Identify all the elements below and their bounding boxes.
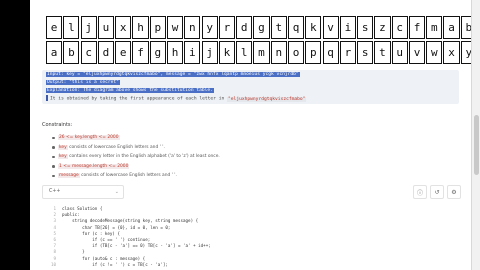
cipher-cell: x [443,41,460,64]
cipher-cell: v [322,16,339,39]
cipher-cell: r [339,41,356,64]
cipher-cell: j [201,41,218,64]
code-text: for (c : key) { [62,230,120,236]
cipher-cell: s [357,16,374,39]
constraints-list: 26 <= key.length <= 2000 key consists of … [52,133,220,181]
cipher-cell: w [426,41,443,64]
constraint-text: consists of lowercase English letters an… [79,173,177,178]
code-text: class Solution { [62,206,103,211]
scrollbar-thumb[interactable] [474,115,479,175]
text-cursor [46,95,48,101]
language-select[interactable]: C++ ⌄ [42,185,124,199]
cipher-cell: t [374,41,391,64]
cipher-cell: k [218,41,235,64]
constraint-code: 1 <= message.length <= 2000 [58,163,130,169]
cipher-cell: a [443,16,460,39]
chevron-down-icon: ⌄ [114,189,119,195]
cipher-cell: u [97,16,115,39]
cipher-cell: q [287,16,305,39]
cipher-cell: g [149,41,166,64]
cipher-cell: b [460,16,471,39]
code-text: char TB[26] = {0}, id = 0, len = 0; [62,224,171,230]
cipher-cell: f [132,41,149,64]
cipher-cell: g [253,16,270,39]
constraints-title: Constraints: [42,122,73,128]
cipher-cell: p [149,16,166,39]
cipher-cell: f [408,16,426,39]
code-text: if (c == ' ') continue; [62,237,151,242]
cipher-cell: s [357,41,374,64]
cipher-cell: e [46,16,63,39]
cipher-cell: m [426,16,443,39]
constraint-code: key [58,144,68,150]
cipher-row-key: eljuxhpwnyrdgtqkviszcfmabo [46,16,471,39]
example-detail: It is obtained by taking the first appea… [46,95,307,102]
code-text: for (auto& c : message) { [62,255,146,261]
cipher-cell: z [374,16,391,39]
constraint-text: contains every letter in the English alp… [67,154,220,159]
cipher-cell: h [132,16,149,39]
settings-icon[interactable]: ⚙ [447,185,461,199]
cipher-cell: l [236,41,253,64]
page-scrollbar[interactable] [471,0,480,270]
constraint-code: key [58,154,68,159]
code-text: string decodeMessage(string key, string … [62,218,199,224]
cipher-cell: k [305,16,322,39]
cipher-cell: c [80,41,97,64]
example-input: Input: key = "eljuxhpwnyrdgtqkviszcfmabo… [46,72,300,77]
cipher-cell: a [46,41,63,64]
cipher-cell: m [253,41,270,64]
constraint-item: 1 <= message.length <= 2000 [52,162,220,172]
constraint-item: key consists of lowercase English letter… [52,143,220,153]
constraint-item: key contains every letter in the English… [52,152,220,162]
cipher-cell: i [184,41,201,64]
cipher-cell: n [270,41,287,64]
cipher-cell: b [63,41,80,64]
cipher-cell: j [80,16,97,39]
code-editor[interactable]: 1 class Solution {2 public: 3 string decode… [42,203,461,270]
constraint-item: 26 <= key.length <= 2000 [52,133,220,143]
cipher-cell: u [391,41,408,64]
line-number: 10 [50,261,56,267]
code-text: public: [62,212,80,218]
editor-toolbar: C++ ⌄ ⓘ ↺ ⚙ [42,183,461,201]
constraint-item: message consists of lowercase English le… [52,171,220,181]
cipher-cell: c [391,16,408,39]
cipher-cell: p [305,41,322,64]
cipher-cell: q [322,41,339,64]
info-icon[interactable]: ⓘ [413,185,427,199]
cipher-cell: w [166,16,184,39]
example-block: Input: key = "eljuxhpwnyrdgtqkviszcfmabo… [42,70,459,104]
code-text: if (c != ' ') c = TB[c - 'a']; [62,261,168,267]
code-text: } [62,249,85,255]
example-explanation: Explanation: The diagram above shows the… [46,88,214,93]
cipher-cell: n [184,16,201,39]
cipher-cell: y [460,41,471,64]
cipher-cell: e [115,41,132,64]
cipher-cell: i [339,16,356,39]
cipher-cell: x [115,16,132,39]
cipher-cell: y [201,16,218,39]
example-output: Output: "this is a secret" [46,80,120,85]
cipher-cell: o [287,41,305,64]
reset-icon[interactable]: ↺ [430,185,444,199]
cipher-cell: l [63,16,80,39]
cipher-cell: v [408,41,426,64]
code-line: 10 if (c != ' ') c = TB[c - 'a']; [42,262,168,268]
cipher-cell: h [166,41,184,64]
code-text: if (TB[c - 'a'] == 0) TB[c - 'a'] = 'a' … [62,243,211,249]
cipher-cell: t [270,16,287,39]
problem-page: eljuxhpwnyrdgtqkviszcfmabo abcdefghijklm… [30,0,471,270]
cipher-cell: d [97,41,115,64]
cipher-cell: r [218,16,235,39]
cipher-row-alphabet: abcdefghijklmnopqrstuvwxyz [46,41,471,64]
constraint-code: 26 <= key.length <= 2000 [58,135,120,140]
constraint-code: message [58,173,80,178]
cipher-cell: d [236,16,253,39]
constraint-text: consists of lowercase English letters an… [67,144,165,150]
